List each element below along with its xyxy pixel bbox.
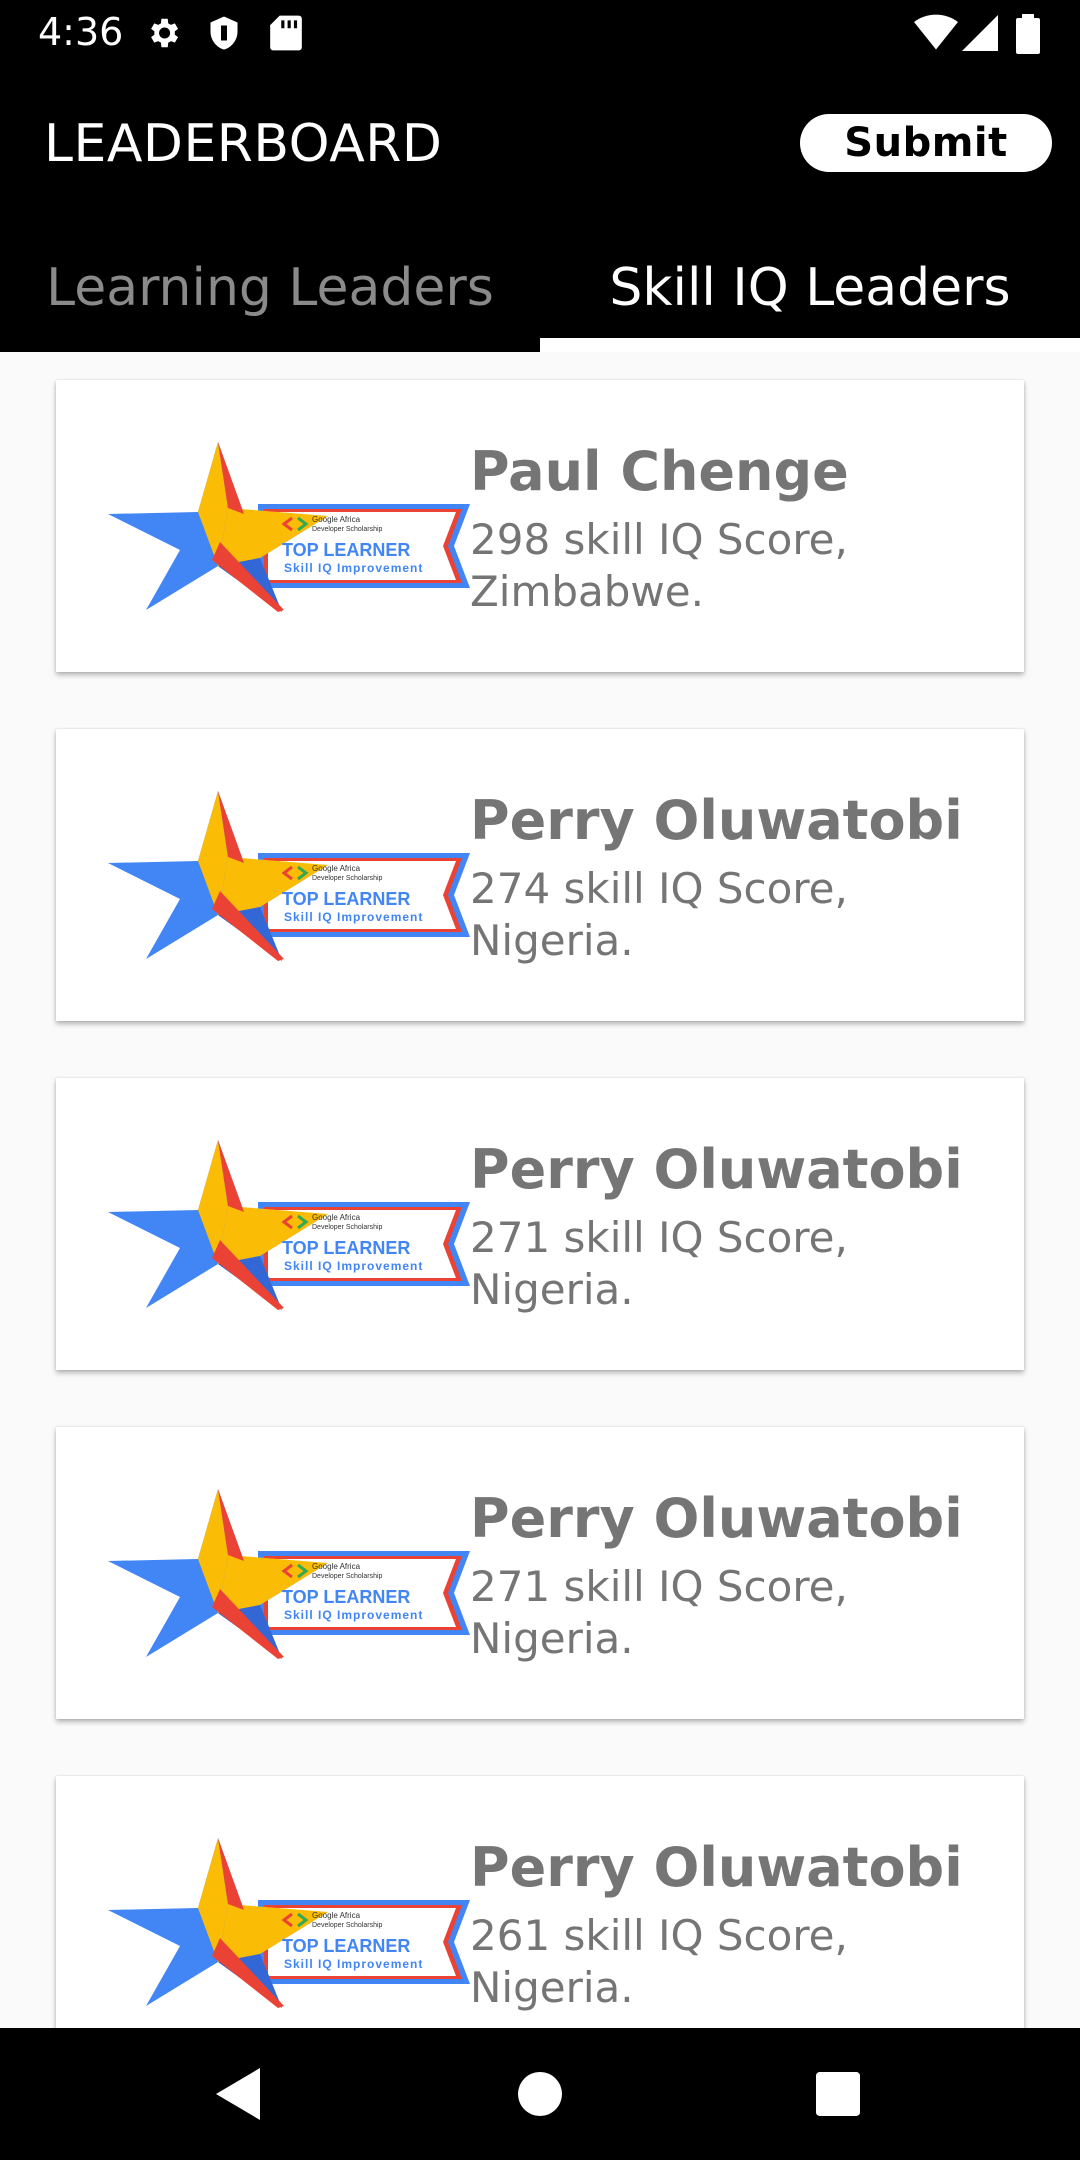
leader-name: Perry Oluwatobi: [470, 1138, 963, 1201]
tab-indicator: [540, 338, 1080, 352]
svg-text:TOP LEARNER: TOP LEARNER: [282, 1238, 410, 1258]
svg-text:Google Africa: Google Africa: [312, 1562, 361, 1571]
leader-score-text: 298 skill IQ Score,: [470, 515, 848, 564]
svg-text:Google Africa: Google Africa: [312, 1213, 361, 1222]
leader-card[interactable]: Google Africa Developer Scholarship TOP …: [56, 729, 1024, 1021]
svg-text:Google Africa: Google Africa: [312, 1911, 361, 1920]
leader-card[interactable]: Google Africa Developer Scholarship TOP …: [56, 1427, 1024, 1719]
status-bar: 4:36: [0, 0, 1080, 66]
top-learner-badge: Google Africa Developer Scholarship TOP …: [108, 791, 470, 961]
svg-text:Developer Scholarship: Developer Scholarship: [312, 875, 383, 882]
svg-text:Developer Scholarship: Developer Scholarship: [312, 1573, 383, 1580]
top-learner-badge: Google Africa Developer Scholarship TOP …: [108, 1140, 470, 1310]
leader-card[interactable]: Google Africa Developer Scholarship TOP …: [56, 1078, 1024, 1370]
battery-icon: [1016, 14, 1040, 54]
tab-skill-iq-leaders[interactable]: Skill IQ Leaders: [540, 224, 1080, 352]
leader-name: Perry Oluwatobi: [470, 1836, 963, 1899]
svg-text:Developer Scholarship: Developer Scholarship: [312, 526, 383, 533]
leader-score-text: 271 skill IQ Score,: [470, 1562, 848, 1611]
svg-text:TOP LEARNER: TOP LEARNER: [282, 1936, 410, 1956]
leader-name: Perry Oluwatobi: [470, 789, 963, 852]
svg-text:TOP LEARNER: TOP LEARNER: [282, 1587, 410, 1607]
svg-text:Skill IQ Improvement: Skill IQ Improvement: [284, 561, 423, 575]
top-learner-badge: Google Africa Developer Scholarship TOP …: [108, 442, 470, 612]
leader-country: Nigeria.: [470, 1265, 634, 1314]
leader-score: 271 skill IQ Score, Nigeria.: [470, 1561, 990, 1665]
leader-score-text: 274 skill IQ Score,: [470, 864, 848, 913]
leaders-list[interactable]: Google Africa Developer Scholarship TOP …: [0, 352, 1080, 2028]
gear-icon: [151, 18, 179, 48]
leader-score: 274 skill IQ Score, Nigeria.: [470, 863, 990, 967]
leader-score-text: 261 skill IQ Score,: [470, 1911, 848, 1960]
back-icon[interactable]: [216, 2068, 264, 2120]
navigation-bar: [0, 2028, 1080, 2160]
recents-icon[interactable]: [816, 2072, 860, 2116]
top-learner-badge: Google Africa Developer Scholarship TOP …: [108, 1838, 470, 2008]
svg-text:Google Africa: Google Africa: [312, 515, 361, 524]
leader-card[interactable]: Google Africa Developer Scholarship TOP …: [56, 1776, 1024, 2028]
page-title: LEADERBOARD: [44, 114, 443, 174]
svg-text:Developer Scholarship: Developer Scholarship: [312, 1224, 383, 1231]
home-icon[interactable]: [518, 2072, 562, 2116]
top-learner-badge: Google Africa Developer Scholarship TOP …: [108, 1489, 470, 1659]
leader-score: 271 skill IQ Score, Nigeria.: [470, 1212, 990, 1316]
leader-card[interactable]: Google Africa Developer Scholarship TOP …: [56, 380, 1024, 672]
leader-country: Nigeria.: [470, 1963, 634, 2012]
svg-text:Skill IQ Improvement: Skill IQ Improvement: [284, 910, 423, 924]
tab-label: Learning Leaders: [46, 258, 494, 318]
leader-country: Nigeria.: [470, 916, 634, 965]
leader-country: Nigeria.: [470, 1614, 634, 1663]
leader-score-text: 271 skill IQ Score,: [470, 1213, 848, 1262]
tab-label: Skill IQ Leaders: [609, 258, 1011, 318]
shield-icon: [210, 16, 238, 50]
submit-button[interactable]: Submit: [800, 114, 1052, 172]
leader-score: 261 skill IQ Score, Nigeria.: [470, 1910, 990, 2014]
svg-text:Google Africa: Google Africa: [312, 864, 361, 873]
app-bar: LEADERBOARD Submit: [0, 66, 1080, 224]
status-time: 4:36: [38, 10, 124, 54]
signal-icon: [962, 15, 998, 51]
svg-text:Skill IQ Improvement: Skill IQ Improvement: [284, 1957, 423, 1971]
leader-name: Paul Chenge: [470, 440, 849, 503]
svg-text:Skill IQ Improvement: Skill IQ Improvement: [284, 1259, 423, 1273]
svg-text:TOP LEARNER: TOP LEARNER: [282, 889, 410, 909]
leader-country: Zimbabwe.: [470, 567, 704, 616]
tab-bar: Learning Leaders Skill IQ Leaders: [0, 224, 1080, 352]
leader-score: 298 skill IQ Score, Zimbabwe.: [470, 514, 990, 618]
svg-text:TOP LEARNER: TOP LEARNER: [282, 540, 410, 560]
sd-card-icon: [270, 15, 302, 51]
leader-name: Perry Oluwatobi: [470, 1487, 963, 1550]
tab-learning-leaders[interactable]: Learning Leaders: [0, 224, 540, 352]
svg-text:Developer Scholarship: Developer Scholarship: [312, 1922, 383, 1929]
wifi-icon: [914, 14, 958, 50]
svg-text:Skill IQ Improvement: Skill IQ Improvement: [284, 1608, 423, 1622]
